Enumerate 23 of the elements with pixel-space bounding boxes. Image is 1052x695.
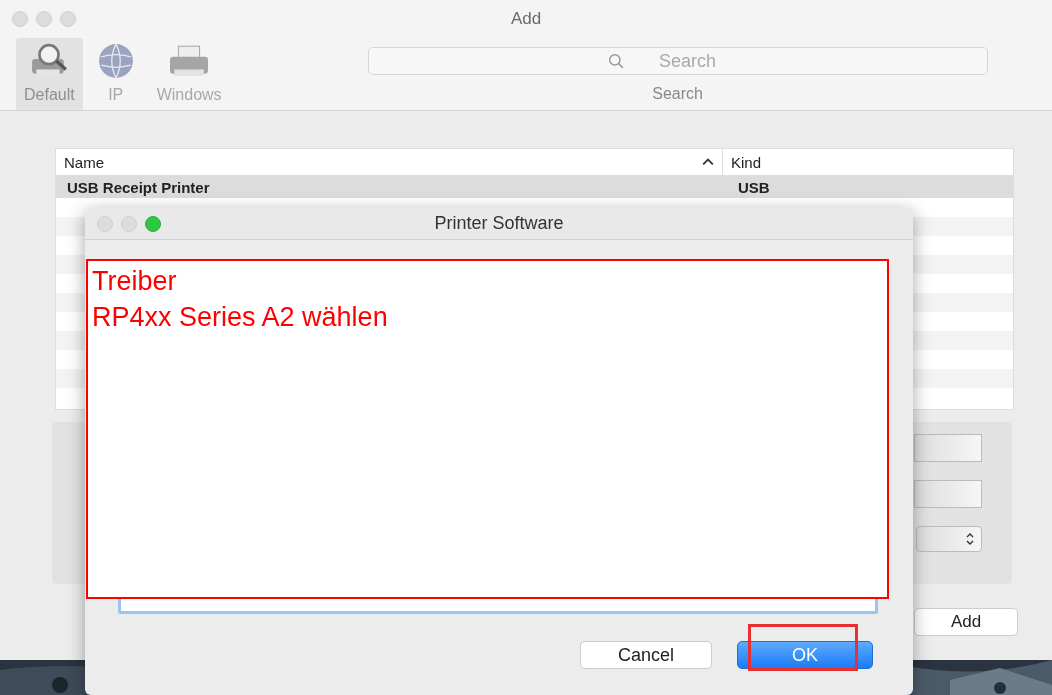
window-zoom-button[interactable] — [145, 215, 161, 232]
sort-caret-icon[interactable] — [702, 158, 714, 166]
search-field[interactable]: Search — [367, 47, 988, 75]
driver-list[interactable] — [118, 599, 878, 614]
window-title: Add — [509, 9, 543, 29]
up-down-arrows-icon — [965, 532, 975, 546]
column-header[interactable]: Kind — [731, 153, 762, 171]
window-minimize-button[interactable] — [36, 11, 52, 27]
cancel-button[interactable]: Cancel — [580, 641, 712, 669]
add-button[interactable]: Add — [914, 608, 1018, 636]
text-field[interactable] — [914, 480, 982, 508]
window-minimize-button[interactable] — [121, 215, 137, 232]
text-field[interactable] — [914, 434, 982, 462]
window-close-button[interactable] — [97, 215, 113, 232]
window-close-button[interactable] — [12, 11, 28, 27]
annotation-text: Treiber — [92, 265, 177, 298]
window-zoom-button[interactable] — [60, 11, 76, 27]
column-header[interactable]: Name — [64, 153, 104, 171]
table-row[interactable]: USB Receipt Printer USB — [56, 176, 1013, 198]
popup-menu[interactable] — [916, 526, 982, 552]
search-label: Search — [652, 85, 703, 103]
annotation-text: RP4xx Series A2 wählen — [92, 301, 388, 334]
dialog-title: Printer Software — [433, 213, 565, 234]
